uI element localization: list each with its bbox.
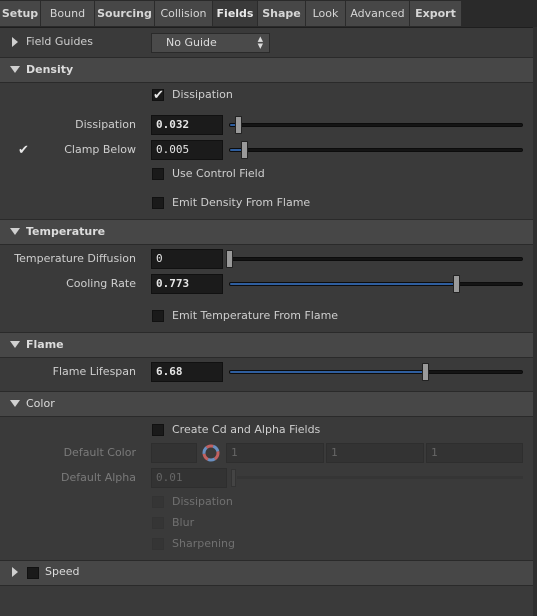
clamp-below-slider[interactable]: [229, 148, 523, 152]
tab-fields[interactable]: Fields: [213, 1, 258, 26]
collapse-triangle-icon: [10, 66, 20, 73]
dissipation-input[interactable]: 0.032: [151, 115, 223, 135]
tab-bound[interactable]: Bound: [41, 1, 95, 26]
clamp-below-label: Clamp Below: [64, 143, 136, 156]
field-guides-menu[interactable]: No Guide ▲ ▼: [151, 33, 270, 53]
default-color-g[interactable]: 1: [326, 443, 424, 463]
section-flame[interactable]: Flame: [0, 332, 533, 358]
speed-checkbox[interactable]: [27, 567, 39, 579]
cooling-rate-slider[interactable]: [229, 282, 523, 286]
create-cd-alpha-label: Create Cd and Alpha Fields: [172, 423, 321, 436]
collapse-triangle-icon: [10, 341, 20, 348]
collapse-triangle-icon: [10, 228, 20, 235]
temperature-diffusion-input[interactable]: 0: [151, 249, 223, 269]
dissipation-slider-handle[interactable]: [235, 116, 243, 134]
temperature-diffusion-slider[interactable]: [229, 257, 523, 261]
default-color-label: Default Color: [63, 446, 136, 459]
default-color-b[interactable]: 1: [426, 443, 523, 463]
tab-advanced[interactable]: Advanced: [346, 1, 410, 26]
flame-lifespan-label: Flame Lifespan: [52, 365, 136, 378]
default-alpha-slider-handle[interactable]: [231, 469, 236, 487]
collapse-triangle-icon: [10, 400, 20, 407]
emit-density-label: Emit Density From Flame: [172, 196, 311, 209]
tab-export[interactable]: Export: [410, 1, 462, 26]
up-down-icon: ▲ ▼: [257, 35, 263, 50]
expand-arrow-icon[interactable]: [12, 567, 18, 577]
emit-temperature-checkbox[interactable]: [152, 310, 164, 322]
tab-shape[interactable]: Shape: [258, 1, 306, 26]
dissipation-toggle-label: Dissipation: [172, 88, 233, 101]
section-title: Flame: [26, 338, 64, 351]
temperature-diffusion-label: Temperature Diffusion: [14, 252, 136, 265]
sharpening-checkbox[interactable]: [152, 538, 164, 550]
section-density[interactable]: Density: [0, 57, 533, 83]
blur-checkbox[interactable]: [152, 517, 164, 529]
emit-density-checkbox[interactable]: [152, 197, 164, 209]
clamp-below-slider-handle[interactable]: [240, 141, 248, 159]
section-title: Temperature: [26, 225, 106, 238]
emit-temperature-label: Emit Temperature From Flame: [172, 309, 339, 322]
default-color-r[interactable]: 1: [226, 443, 324, 463]
default-alpha-slider[interactable]: [237, 476, 523, 479]
flame-lifespan-input[interactable]: 6.68: [151, 362, 223, 382]
use-control-field-label: Use Control Field: [172, 167, 265, 180]
slider-fill: [230, 283, 456, 285]
create-cd-alpha-checkbox[interactable]: [152, 424, 164, 436]
default-alpha-input[interactable]: 0.01: [151, 468, 227, 488]
flame-lifespan-slider[interactable]: [229, 370, 523, 374]
tab-look[interactable]: Look: [306, 1, 346, 26]
scrollbar[interactable]: [533, 27, 537, 616]
section-title: Color: [26, 397, 55, 410]
cooling-rate-label: Cooling Rate: [66, 277, 136, 290]
cooling-rate-slider-handle[interactable]: [453, 275, 461, 293]
tab-setup[interactable]: Setup: [0, 1, 41, 26]
section-title: Density: [26, 63, 74, 76]
default-alpha-label: Default Alpha: [61, 471, 136, 484]
speed-label: Speed: [45, 565, 80, 578]
expand-arrow-icon[interactable]: [12, 37, 18, 47]
dissipation-slider[interactable]: [229, 123, 523, 127]
color-dissipation-checkbox[interactable]: [152, 496, 164, 508]
dissipation-checkbox[interactable]: ✔: [152, 88, 164, 103]
section-speed[interactable]: [0, 560, 533, 586]
default-color-swatch[interactable]: [151, 443, 197, 463]
color-dissipation-label: Dissipation: [172, 495, 233, 508]
use-control-field-checkbox[interactable]: [152, 168, 164, 180]
clamp-below-input[interactable]: 0.005: [151, 140, 223, 160]
tab-collision[interactable]: Collision: [155, 1, 213, 26]
section-temperature[interactable]: Temperature: [0, 219, 533, 245]
dissipation-label: Dissipation: [75, 118, 136, 131]
checkmark-icon: ✔: [153, 88, 164, 103]
flame-lifespan-slider-handle[interactable]: [422, 363, 430, 381]
tab-bar: Setup Bound Sourcing Collision Fields Sh…: [0, 0, 537, 28]
tab-sourcing[interactable]: Sourcing: [95, 1, 155, 26]
slider-fill: [230, 371, 426, 373]
sharpening-label: Sharpening: [172, 537, 235, 550]
color-wheel-icon[interactable]: [200, 443, 222, 463]
cooling-rate-input[interactable]: 0.773: [151, 274, 223, 294]
field-guides-value: No Guide: [166, 36, 217, 49]
field-guides-label: Field Guides: [26, 35, 93, 48]
section-color[interactable]: Color: [0, 391, 533, 417]
temperature-diffusion-slider-handle[interactable]: [226, 250, 233, 268]
blur-label: Blur: [172, 516, 195, 529]
